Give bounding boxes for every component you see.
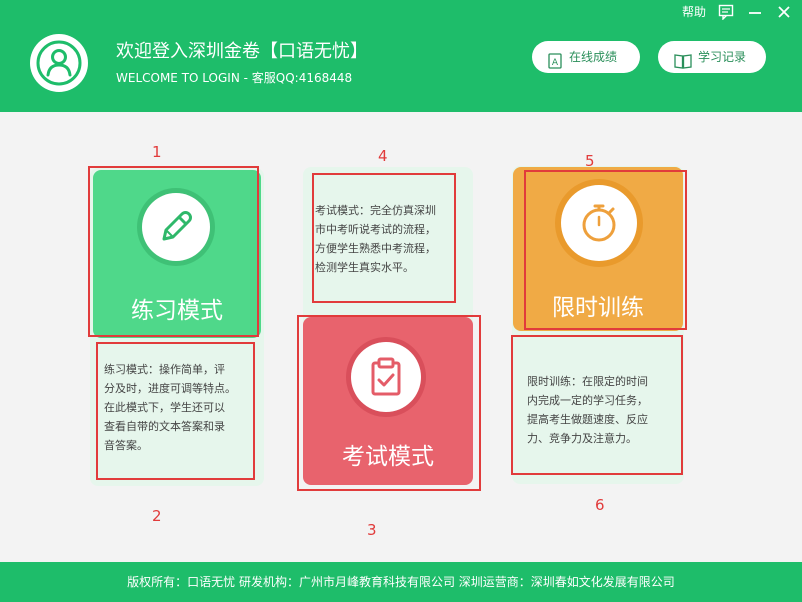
close-icon[interactable] [776,4,792,20]
footer-copyright: 版权所有：口语无忧 研发机构：广州市月峰教育科技有限公司 深圳运营商：深圳春如文… [0,562,802,602]
header-bar: 帮助 欢迎登入深圳金卷【口语无忧】 WELCOME TO LOGIN - 客服Q… [0,0,802,112]
annotation-number-5: 5 [585,152,595,170]
minimize-icon[interactable] [747,4,763,20]
user-icon [36,40,82,86]
study-records-button[interactable]: 学习记录 [658,41,766,73]
welcome-title: 欢迎登入深圳金卷【口语无忧】 [116,41,368,62]
avatar[interactable] [30,34,88,92]
annotation-box-6 [511,335,683,475]
svg-text:A: A [552,58,559,68]
annotation-box-3 [297,315,481,491]
annotation-number-1: 1 [152,143,162,161]
annotation-box-4 [312,173,456,303]
help-link[interactable]: 帮助 [682,3,706,21]
annotation-number-4: 4 [378,147,388,165]
annotation-box-5 [524,170,687,330]
annotation-box-1 [88,166,259,337]
book-icon [674,49,692,81]
annotation-box-2 [96,342,255,480]
study-records-label: 学习记录 [698,50,747,64]
scores-icon: A [548,49,562,81]
annotation-number-6: 6 [595,496,605,514]
online-scores-button[interactable]: A 在线成绩 [532,41,640,73]
annotation-number-3: 3 [367,521,377,539]
online-scores-label: 在线成绩 [569,50,618,64]
annotation-number-2: 2 [152,507,162,525]
welcome-subtitle: WELCOME TO LOGIN - 客服QQ:4168448 [116,71,353,85]
feedback-icon[interactable] [718,4,734,21]
